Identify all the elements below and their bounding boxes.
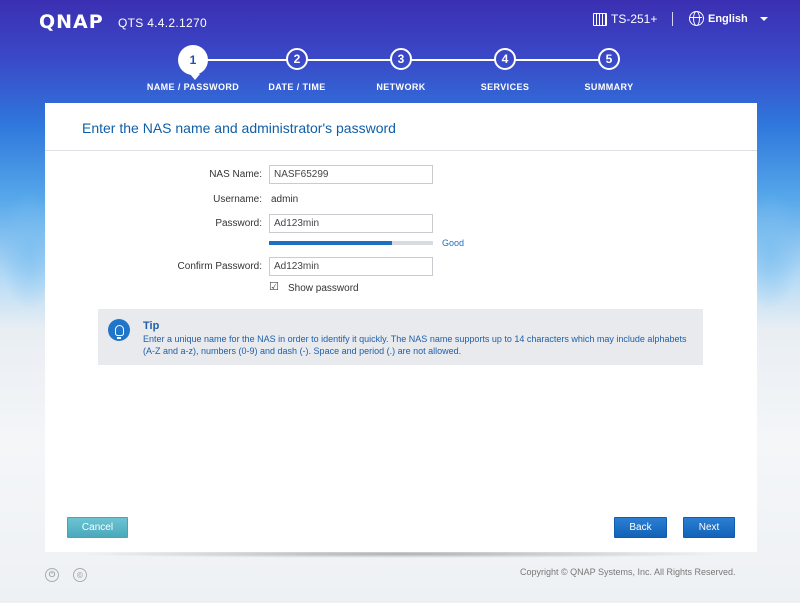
password-input[interactable]	[269, 214, 433, 233]
confirm-password-input[interactable]	[269, 257, 433, 276]
firmware-version: QTS 4.4.2.1270	[118, 16, 207, 30]
password-strength-bar	[269, 241, 433, 245]
power-icon[interactable]: ⏻	[45, 568, 59, 582]
step-connector	[206, 59, 287, 61]
step-5-label: SUMMARY	[584, 82, 634, 92]
tip-title: Tip	[143, 320, 160, 332]
password-strength-fill	[269, 241, 392, 245]
step-2-label: DATE / TIME	[268, 82, 326, 92]
active-step-pointer	[190, 74, 200, 80]
copyright-icon[interactable]: ©	[73, 568, 87, 582]
step-connector	[411, 59, 495, 61]
show-password-label: Show password	[288, 283, 359, 294]
nas-name-input[interactable]	[269, 165, 433, 184]
step-4-indicator: 4	[494, 48, 516, 70]
step-5-indicator: 5	[598, 48, 620, 70]
username-label: Username:	[213, 194, 262, 205]
step-3-indicator: 3	[390, 48, 412, 70]
title-divider	[45, 150, 757, 151]
back-button[interactable]: Back	[614, 517, 667, 538]
device-model: TS-251+	[593, 12, 657, 26]
header-separator	[672, 12, 673, 26]
cancel-button[interactable]: Cancel	[67, 517, 128, 538]
copyright-text: Copyright © QNAP Systems, Inc. All Right…	[520, 567, 736, 577]
step-2-indicator: 2	[286, 48, 308, 70]
username-value: admin	[271, 194, 299, 205]
language-label: English	[708, 12, 748, 25]
password-label: Password:	[215, 218, 262, 229]
show-password-checkbox[interactable]: ☑	[269, 282, 280, 293]
nas-device-icon	[593, 12, 607, 26]
step-3-label: NETWORK	[376, 82, 426, 92]
lightbulb-icon	[108, 319, 130, 341]
step-1-label: NAME / PASSWORD	[146, 82, 240, 92]
step-connector	[515, 59, 599, 61]
nas-name-label: NAS Name:	[209, 169, 262, 180]
tip-box: Tip Enter a unique name for the NAS in o…	[98, 309, 703, 365]
step-connector	[307, 59, 391, 61]
step-4-label: SERVICES	[480, 82, 530, 92]
page-title: Enter the NAS name and administrator's p…	[82, 120, 396, 136]
confirm-password-label: Confirm Password:	[177, 261, 262, 272]
tip-text: Enter a unique name for the NAS in order…	[143, 334, 687, 356]
chevron-down-icon	[759, 16, 768, 21]
password-strength-label: Good	[442, 238, 465, 248]
wizard-panel: Enter the NAS name and administrator's p…	[45, 103, 757, 552]
globe-icon	[689, 11, 704, 26]
step-1-indicator: 1	[180, 47, 206, 73]
qnap-logo: QNAP	[39, 11, 104, 33]
device-model-label: TS-251+	[611, 12, 658, 26]
language-selector[interactable]: English	[689, 11, 768, 26]
next-button[interactable]: Next	[683, 517, 735, 538]
